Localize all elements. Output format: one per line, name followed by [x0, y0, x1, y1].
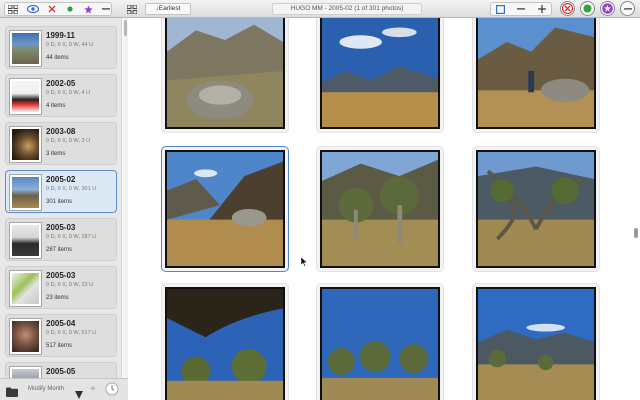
album-item[interactable]: 2002-05 0 D, 0 X, 0 W, 4 U 4 items: [5, 74, 117, 117]
album-stats: 0 D, 0 X, 0 W, 287 U: [46, 234, 97, 240]
album-item[interactable]: 2005-03 0 D, 0 X, 0 W, 287 U 287 items: [5, 218, 117, 261]
star-icon[interactable]: [81, 2, 95, 16]
album-thumbnail: [9, 126, 42, 163]
scroll-thumb[interactable]: [634, 228, 638, 238]
grid-scrollbar[interactable]: [632, 18, 640, 400]
photo-cell[interactable]: [316, 146, 444, 272]
scroll-thumb[interactable]: [124, 20, 127, 36]
window-title: HUGO MM - 2005-02 (1 of 301 photos): [272, 3, 422, 15]
square-icon[interactable]: [493, 2, 507, 16]
album-name: 2003-08: [46, 127, 76, 136]
album-item-selected[interactable]: 2005-02 0 D, 0 X, 0 W, 301 U 301 items: [5, 170, 117, 213]
photo-thumbnail: [165, 18, 285, 129]
green-circle-icon[interactable]: [580, 1, 595, 16]
photo-thumbnail: [476, 18, 596, 129]
photo-thumbnail: [320, 150, 440, 268]
album-name: 1999-11: [46, 31, 75, 40]
photo-cell[interactable]: [161, 18, 289, 133]
minus-circle-icon[interactable]: [620, 1, 635, 16]
filter-icon[interactable]: [75, 386, 83, 400]
album-stats: 0 D, 0 X, 0 W, 4 U: [46, 90, 91, 96]
album-thumbnail: [9, 270, 42, 307]
photo-grid: [128, 18, 640, 400]
album-count: 301 items: [46, 199, 73, 205]
album-count: 23 items: [46, 295, 69, 301]
plus-icon[interactable]: +: [90, 384, 96, 395]
album-stats: 0 D, 0 X, 0 W, 517 U: [46, 330, 97, 336]
photo-thumbnail: [476, 287, 596, 400]
photo-thumbnail: [320, 18, 440, 129]
album-stats: 0 D, 0 X, 0 W, 23 U: [46, 282, 94, 288]
modify-month-label[interactable]: Modify Month: [28, 386, 64, 392]
folder-icon[interactable]: [6, 384, 18, 400]
bottom-toolbar: Modify Month +: [0, 378, 128, 400]
photo-cell[interactable]: [472, 146, 600, 272]
album-name: 2005-04: [46, 319, 76, 328]
album-count: 517 items: [46, 343, 73, 349]
eye-icon[interactable]: [25, 2, 41, 16]
album-thumbnail: [9, 78, 42, 115]
zoom-in-icon[interactable]: [535, 2, 549, 16]
album-stats: 0 D, 0 X, 0 W, 3 U: [46, 138, 91, 144]
reject-x-icon[interactable]: [45, 2, 59, 16]
album-item[interactable]: 2005-04 0 D, 0 X, 0 W, 517 U 517 items: [5, 314, 117, 357]
photo-thumbnail: [165, 150, 285, 268]
purple-star-icon[interactable]: [600, 1, 615, 16]
album-count: 287 items: [46, 247, 73, 253]
photo-thumbnail: [165, 287, 285, 400]
album-item[interactable]: 1999-11 0 D, 0 X, 0 W, 44 U 44 items: [5, 26, 117, 69]
photo-cell[interactable]: [472, 283, 600, 400]
app-window: ↓Earliest HUGO MM - 2005-02 (1 of 301 ph…: [0, 0, 640, 400]
album-name: 2005-03: [46, 223, 76, 232]
album-item[interactable]: 2003-08 0 D, 0 X, 0 W, 3 U 3 items: [5, 122, 117, 165]
grid-icon[interactable]: [6, 2, 20, 16]
grid-view-icon[interactable]: [125, 2, 139, 16]
sort-earliest-button[interactable]: ↓Earliest: [145, 3, 191, 15]
photo-cell[interactable]: [316, 18, 444, 133]
album-item[interactable]: 2005-03 0 D, 0 X, 0 W, 23 U 23 items: [5, 266, 117, 309]
album-stats: 0 D, 0 X, 0 W, 44 U: [46, 42, 94, 48]
album-name: 2005-03: [46, 271, 76, 280]
photo-cell[interactable]: [316, 283, 444, 400]
album-thumbnail: [9, 366, 42, 378]
album-name: 2002-05: [46, 79, 76, 88]
album-item[interactable]: 2005-05: [5, 362, 117, 378]
clock-icon[interactable]: [105, 382, 119, 400]
photo-cell[interactable]: [161, 283, 289, 400]
toolbar: ↓Earliest HUGO MM - 2005-02 (1 of 301 ph…: [0, 0, 640, 18]
minus-icon[interactable]: [99, 2, 112, 16]
close-icon[interactable]: [560, 1, 575, 16]
green-dot-icon[interactable]: [63, 2, 77, 16]
album-thumbnail: [9, 30, 42, 67]
album-count: 3 items: [46, 151, 66, 157]
album-name: 2005-05: [46, 367, 76, 376]
album-count: 4 items: [46, 103, 66, 109]
album-count: 44 items: [46, 55, 69, 61]
photo-thumbnail: [320, 287, 440, 400]
photo-cell-selected[interactable]: [161, 146, 289, 272]
album-stats: 0 D, 0 X, 0 W, 301 U: [46, 186, 97, 192]
album-thumbnail: [9, 174, 42, 211]
album-thumbnail: [9, 318, 42, 355]
photo-thumbnail: [476, 150, 596, 268]
zoom-out-icon[interactable]: [514, 2, 528, 16]
photo-cell[interactable]: [472, 18, 600, 133]
album-thumbnail: [9, 222, 42, 259]
album-name: 2005-02: [46, 175, 76, 184]
mouse-cursor-icon: [300, 254, 308, 272]
album-sidebar: 1999-11 0 D, 0 X, 0 W, 44 U 44 items 200…: [0, 18, 122, 378]
